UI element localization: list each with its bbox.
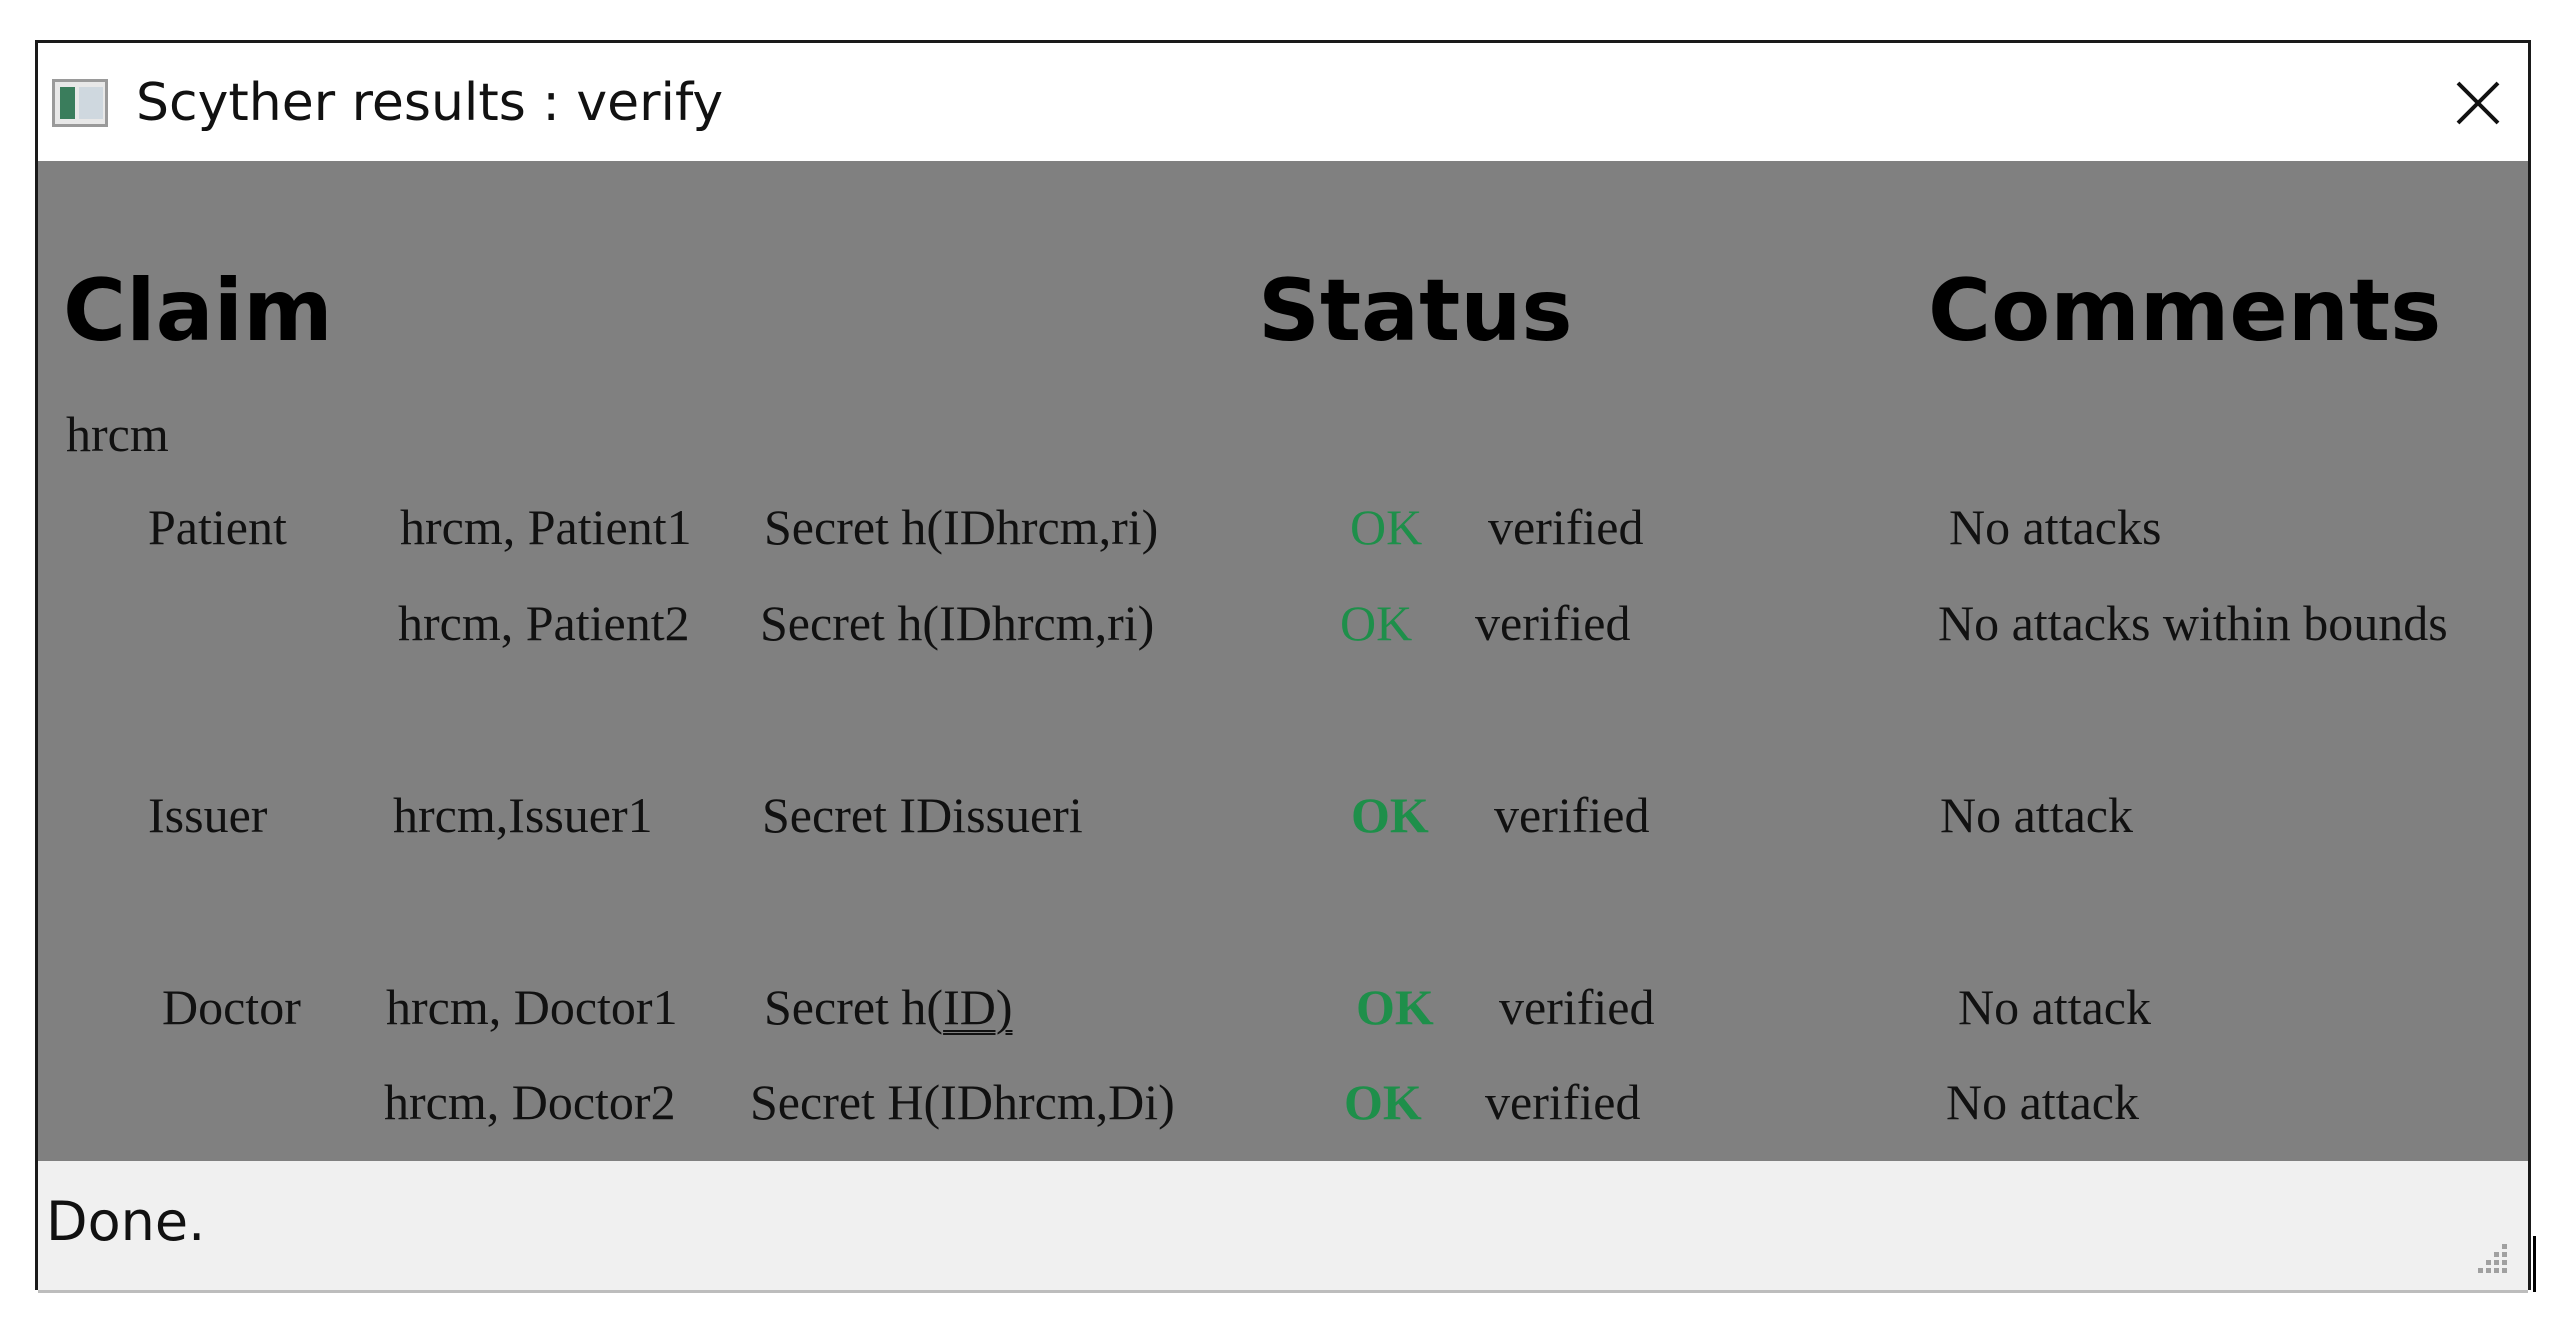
status-ok: OK [1340, 595, 1413, 651]
status-ok: OK [1356, 979, 1434, 1035]
comment-text: No attack [1940, 787, 2133, 843]
close-button[interactable] [2448, 73, 2508, 133]
claim-text: Secret h(IDhrcm,ri) [764, 499, 1159, 555]
status-verified: verified [1488, 499, 1644, 555]
claim-text: Secret h(IDhrcm,ri) [760, 595, 1155, 651]
status-ok: OK [1344, 1074, 1422, 1130]
claim-text-prefix: Secret h( [764, 979, 944, 1035]
comments-header: Comments [1928, 261, 2442, 361]
claim-text: Secret h(ID) [764, 977, 1013, 1037]
status-verified: verified [1494, 787, 1650, 843]
resize-grip-icon[interactable] [2470, 1236, 2510, 1276]
claim-id: hrcm, Doctor2 [384, 1074, 676, 1130]
status-text: Done. [46, 1190, 206, 1253]
claim-text-underlined: ID) [943, 979, 1013, 1035]
status-verified: verified [1475, 595, 1631, 651]
status-verified: verified [1499, 979, 1655, 1035]
claim-header: Claim [63, 261, 333, 361]
scyther-results-window: Scyther results : verify Claim Status Co… [35, 40, 2531, 1293]
results-panel: Claim Status Comments hrcm Patient hrcm,… [38, 161, 2528, 1279]
status-header: Status [1258, 261, 1573, 361]
role-label-issuer: Issuer [148, 787, 268, 843]
role-label-patient: Patient [148, 499, 287, 555]
comment-text: No attack [1958, 979, 2151, 1035]
status-ok: OK [1351, 787, 1429, 843]
comment-text: No attacks within bounds [1938, 595, 2448, 651]
comment-text: No attack [1946, 1074, 2139, 1130]
claim-text: Secret IDissueri [762, 787, 1083, 843]
claim-text: Secret H(IDhrcm,Di) [750, 1074, 1175, 1130]
close-icon [2456, 81, 2500, 125]
text-cursor-line [2533, 1236, 2536, 1292]
claim-id: hrcm, Patient1 [400, 499, 692, 555]
status-bar: Done. [38, 1161, 2528, 1293]
status-verified: verified [1485, 1074, 1641, 1130]
window-title: Scyther results : verify [136, 73, 724, 133]
comment-text: No attacks [1949, 499, 2162, 555]
title-bar: Scyther results : verify [38, 43, 2528, 161]
claim-id: hrcm, Doctor1 [386, 979, 678, 1035]
claim-id: hrcm,Issuer1 [393, 787, 653, 843]
app-window-icon [52, 79, 108, 127]
role-label-doctor: Doctor [162, 979, 301, 1035]
status-ok: OK [1350, 499, 1423, 555]
protocol-name: hrcm [66, 406, 169, 462]
claim-id: hrcm, Patient2 [398, 595, 690, 651]
